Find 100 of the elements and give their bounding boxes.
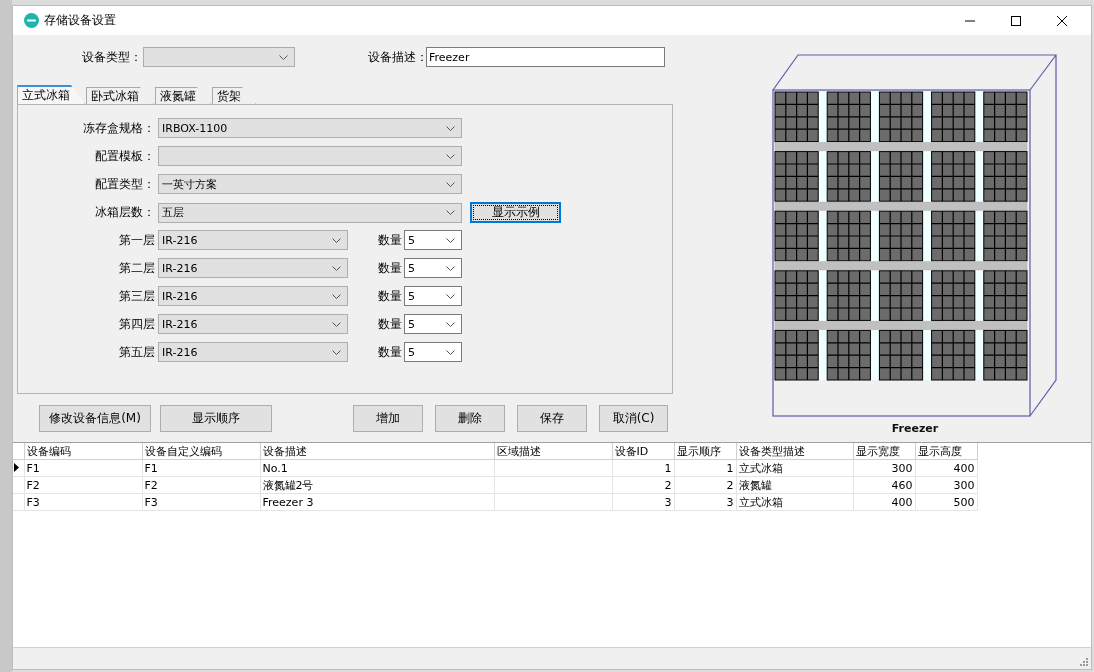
chevron-down-icon (332, 349, 341, 355)
chevron-down-icon (446, 293, 455, 299)
table-cell: F2 (144, 478, 158, 492)
chevron-down-icon (446, 153, 455, 159)
action-button[interactable]: 删除 (435, 405, 505, 432)
chevron-down-icon (446, 349, 455, 355)
column-header[interactable]: 设备编码 (24, 443, 142, 460)
field-label: 第五层 (118, 343, 156, 361)
table-cell: 460 (891, 478, 913, 492)
column-header[interactable]: 设备描述 (260, 443, 494, 460)
dropdown[interactable]: 5 (404, 286, 462, 306)
table-cell: No.1 (262, 461, 288, 475)
table-cell: 300 (891, 461, 913, 475)
dropdown[interactable]: 一英寸方案 (158, 174, 462, 194)
tab[interactable]: 货架 (212, 87, 256, 104)
column-header[interactable]: 显示顺序 (674, 443, 736, 460)
table-cell: 2 (726, 478, 734, 492)
dropdown[interactable] (143, 47, 295, 67)
table-cell: 3 (726, 495, 734, 509)
column-header[interactable]: 设备ID (612, 443, 674, 460)
dropdown[interactable]: IR-216 (158, 286, 348, 306)
field-label: 数量 (378, 287, 403, 305)
chevron-down-icon (446, 237, 455, 243)
field-label: 冻存盒规格： (82, 119, 156, 137)
table-cell: 1 (726, 461, 734, 475)
dropdown[interactable]: IR-216 (158, 342, 348, 362)
table-cell: F1 (26, 461, 40, 475)
table-cell: 400 (891, 495, 913, 509)
dropdown[interactable]: 5 (404, 314, 462, 334)
action-button[interactable]: 保存 (517, 405, 587, 432)
table-cell: 3 (664, 495, 672, 509)
field-label: 冰箱层数： (94, 204, 156, 221)
text-field[interactable]: Freezer (426, 47, 665, 67)
window-title: 存储设备设置 (44, 12, 116, 29)
tab[interactable]: 卧式冰箱 (86, 87, 154, 104)
dropdown[interactable]: IR-216 (158, 258, 348, 278)
action-button[interactable]: 修改设备信息(M) (39, 405, 151, 432)
dropdown[interactable]: IR-216 (158, 314, 348, 334)
chevron-down-icon (332, 321, 341, 327)
column-header[interactable]: 区域描述 (494, 443, 612, 460)
table-cell: 立式冰箱 (738, 495, 783, 509)
dropdown[interactable] (158, 146, 462, 166)
tab[interactable]: 液氮罐 (155, 87, 211, 104)
dropdown[interactable]: IR-216 (158, 230, 348, 250)
app-logo-icon (24, 13, 39, 28)
field-label: 设备类型： (82, 48, 143, 66)
chevron-down-icon (279, 54, 288, 60)
row-pointer-icon (14, 462, 19, 472)
table-cell: F3 (26, 495, 40, 509)
action-button[interactable]: 取消(C) (599, 405, 668, 432)
column-header[interactable]: 显示宽度 (853, 443, 915, 460)
table-cell: 立式冰箱 (738, 461, 783, 475)
close-icon (1057, 15, 1067, 26)
table-cell: 400 (953, 461, 975, 475)
field-label: 配置类型： (94, 175, 156, 193)
table-cell: F1 (144, 461, 158, 475)
show-example-button[interactable]: 显示示例 (470, 202, 561, 223)
chevron-down-icon (446, 210, 455, 215)
dropdown[interactable]: 5 (404, 258, 462, 278)
row-header[interactable] (13, 459, 24, 477)
maximize-icon (1011, 15, 1021, 26)
field-label: 设备描述： (368, 48, 426, 66)
table-cell: 液氮罐 (738, 478, 772, 492)
data-grid[interactable]: 设备编码 设备自定义编码 设备描述 区域描述 设备ID 显示顺序 设备类型描述 显示宽度 显示高度 F1 F1 No.1 1 1 立式冰箱 300 400 F2 F2 液氮罐2号 2 2 液氮罐 460 300 F3 F3 Freezer 3 3 3 立式冰箱 400 500 (13, 442, 1091, 647)
field-label: 配置模板： (94, 147, 156, 165)
table-cell: 300 (953, 478, 975, 492)
chevron-down-icon (446, 265, 455, 271)
column-header[interactable]: 设备类型描述 (736, 443, 853, 460)
resize-grip-icon (1080, 658, 1088, 666)
field-label: 第四层 (118, 315, 156, 333)
table-cell: 1 (664, 461, 672, 475)
dropdown[interactable]: 5 (404, 230, 462, 250)
field-label: 第三层 (118, 287, 156, 305)
dropdown[interactable]: 5 (404, 342, 462, 362)
table-cell: F3 (144, 495, 158, 509)
dropdown[interactable]: IRBOX-1100 (158, 118, 462, 138)
table-cell: 2 (664, 478, 672, 492)
field-label: 第二层 (118, 259, 156, 277)
table-cell: Freezer 3 (262, 495, 314, 509)
chevron-down-icon (446, 125, 455, 131)
field-label: 数量 (378, 231, 403, 249)
chevron-down-icon (332, 237, 341, 243)
chevron-down-icon (446, 181, 455, 187)
table-cell: F2 (26, 478, 40, 492)
table-cell: 500 (953, 495, 975, 509)
field-label: 第一层 (118, 231, 156, 249)
column-header[interactable]: 设备自定义编码 (142, 443, 260, 460)
tab[interactable]: 立式冰箱 (17, 85, 85, 104)
table-cell: 液氮罐2号 (262, 478, 314, 492)
dropdown[interactable]: 五层 (158, 202, 462, 223)
chevron-down-icon (446, 321, 455, 327)
freezer-caption: Freezer (891, 422, 939, 435)
chevron-down-icon (332, 293, 341, 299)
field-label: 数量 (378, 343, 403, 361)
column-header[interactable]: 显示高度 (915, 443, 977, 460)
field-label: 数量 (378, 259, 403, 277)
action-button[interactable]: 增加 (353, 405, 423, 432)
chevron-down-icon (332, 265, 341, 271)
field-label: 数量 (378, 315, 403, 333)
action-button[interactable]: 显示顺序 (160, 405, 272, 432)
